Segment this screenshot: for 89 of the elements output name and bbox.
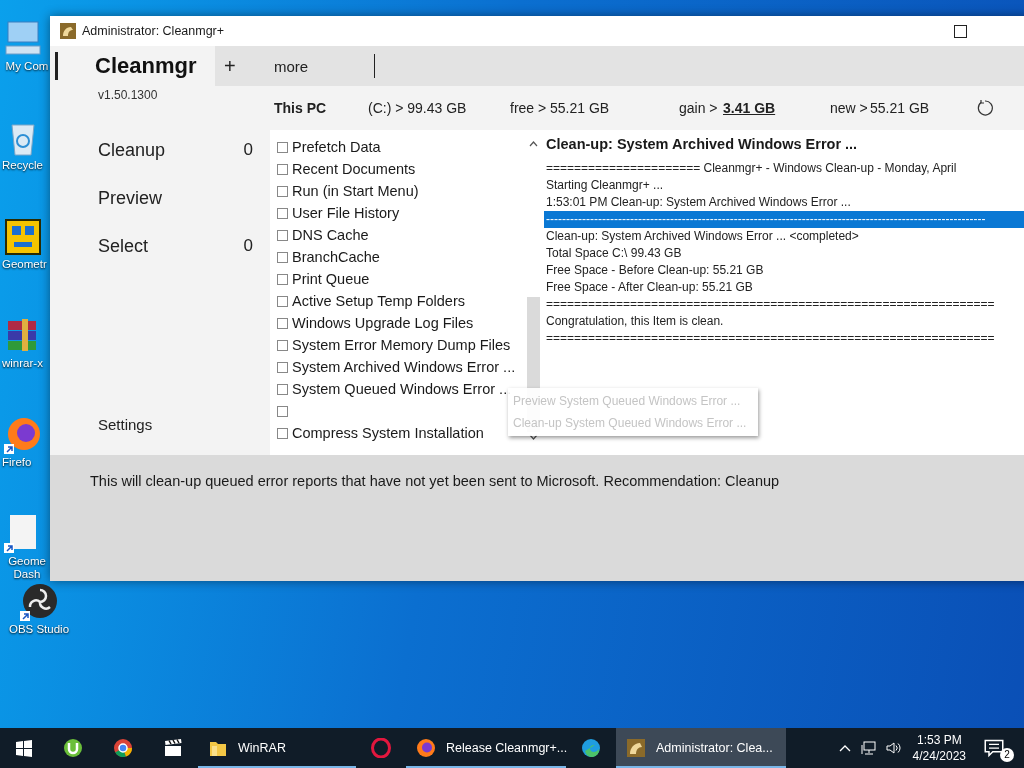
clock-time[interactable]: 1:53 PM	[916, 732, 962, 748]
chrome-icon	[113, 738, 133, 758]
log-line: Starting Cleanmgr+ ...	[546, 177, 665, 194]
checkbox[interactable]	[277, 317, 288, 329]
window-title: Administrator: Cleanmgr+	[82, 24, 226, 38]
checkbox[interactable]	[277, 339, 288, 351]
checkbox[interactable]	[277, 251, 288, 263]
fox-globe-icon	[416, 738, 436, 758]
checklist-item[interactable]: Run (in Start Menu)	[277, 180, 419, 202]
log-line: Free Space - Before Clean-up: 55.21 GB	[546, 262, 765, 279]
square-tile-icon[interactable]	[2, 216, 44, 258]
checkbox[interactable]	[277, 361, 288, 373]
free-label: free >	[510, 100, 548, 116]
log-line: ================================================================	[546, 330, 996, 347]
item-description: This will clean-up queued error reports that have not yet been sent to Microsoft. Recommendation: Cleanup	[90, 473, 780, 489]
new-value: 55.21 GB	[870, 100, 931, 116]
checkbox[interactable]	[277, 427, 288, 439]
desktop-icon-label: Firefo	[2, 456, 32, 469]
notification-button[interactable]: 2	[984, 734, 1014, 762]
version-label: v1.50.1300	[98, 88, 159, 102]
checkbox[interactable]	[277, 229, 288, 241]
checklist-item[interactable]: Print Queue	[277, 268, 370, 290]
checkbox[interactable]	[277, 405, 288, 417]
maximize-icon[interactable]	[954, 24, 967, 38]
refresh-icon[interactable]	[976, 99, 994, 117]
speech-bubble-icon	[984, 738, 1004, 758]
item-count: 0	[243, 140, 253, 160]
checklist-item[interactable]: User File History	[277, 202, 400, 224]
opera-icon	[371, 738, 391, 758]
taskbar-button[interactable]: Release Cleanmgr+...	[406, 728, 566, 768]
log-line: 1:53:01 PM Clean-up: System Archived Windows Error ...	[546, 194, 852, 211]
sidebar-item[interactable]: Preview	[98, 174, 270, 222]
add-button[interactable]: +	[224, 54, 274, 78]
checklist-item[interactable]: DNS Cache	[277, 224, 369, 246]
taskbar-button[interactable]: Administrator: Clea...	[616, 728, 786, 768]
taskbar-button[interactable]: WinRAR	[198, 728, 356, 768]
windows-logo-icon	[14, 738, 34, 758]
clapperboard-icon	[163, 738, 183, 758]
scroll-down-icon[interactable]	[529, 433, 538, 441]
app-icon	[626, 738, 646, 758]
desktop-icon-label: My Com	[4, 60, 50, 73]
log-title: Clean-up: System Archived Windows Error ...	[546, 136, 859, 154]
desktop-icon-label: Geometr	[2, 258, 47, 271]
checklist-item[interactable]: Prefetch Data	[277, 136, 381, 158]
new-label: new >	[830, 100, 869, 116]
speaker-icon[interactable]	[884, 740, 901, 756]
log-line: Clean-up: System Archived Windows Error ... <completed>	[546, 228, 860, 245]
desktop-icon-label: Recycle	[2, 159, 43, 172]
log-line: ================================================================	[546, 296, 996, 313]
desktop-icon-label: Geome Dash	[7, 555, 47, 581]
settings-item[interactable]: Settings	[98, 416, 270, 433]
checkbox[interactable]	[277, 295, 288, 307]
edge-icon	[581, 738, 601, 758]
log-line: Congratulation, this Item is clean.	[546, 313, 725, 330]
gain-value: 3.41 GB	[723, 100, 777, 116]
checklist-item[interactable]: BranchCache	[277, 246, 380, 268]
log-line: Free Space - After Clean-up: 55.21 GB	[546, 279, 754, 296]
sidebar-item[interactable]: Cleanup 0	[98, 126, 270, 174]
item-count: 0	[243, 236, 253, 256]
obs-icon[interactable]	[18, 581, 60, 623]
checkbox[interactable]	[277, 383, 288, 395]
checkbox[interactable]	[277, 163, 288, 175]
torrent-icon	[63, 738, 83, 758]
log-line: ====================== Cleanmgr+ - Windows Clean-up - Monday, April	[546, 160, 958, 177]
desktop-icon-label: OBS Studio	[8, 623, 70, 636]
checklist-item[interactable]: Active Setup Temp Folders	[277, 290, 465, 312]
checklist-item[interactable]: System Error Memory Dump Files	[277, 334, 511, 356]
app-icon	[60, 23, 76, 39]
notification-count: 2	[1000, 748, 1014, 762]
checklist-item[interactable]: Compress System Installation	[277, 422, 484, 444]
scroll-up-icon[interactable]	[529, 140, 538, 148]
pc-label: This PC	[273, 100, 328, 116]
checkbox[interactable]	[277, 185, 288, 197]
checkbox[interactable]	[277, 141, 288, 153]
clock-date[interactable]: 4/24/2023	[912, 748, 966, 764]
checkbox[interactable]	[277, 207, 288, 219]
free-value: 55.21 GB	[550, 100, 611, 116]
checklist-item[interactable]: Recent Documents	[277, 158, 416, 180]
checkbox[interactable]	[277, 273, 288, 285]
gain-label: gain >	[679, 100, 719, 116]
app-name: Cleanmgr	[95, 53, 197, 79]
drive-size: (C:) > 99.43 GB	[368, 100, 468, 116]
desktop-icon-label: winrar-x	[2, 357, 43, 370]
network-icon[interactable]	[860, 740, 877, 756]
sidebar-item[interactable]: Select 0	[98, 222, 270, 270]
more-tab[interactable]: more	[274, 57, 374, 75]
log-line: Total Space C:\ 99.43 GB	[546, 245, 683, 262]
checklist-item[interactable]: System Archived Windows Error ...	[277, 356, 516, 378]
checklist-item[interactable]: Windows Upgrade Log Files	[277, 312, 474, 334]
